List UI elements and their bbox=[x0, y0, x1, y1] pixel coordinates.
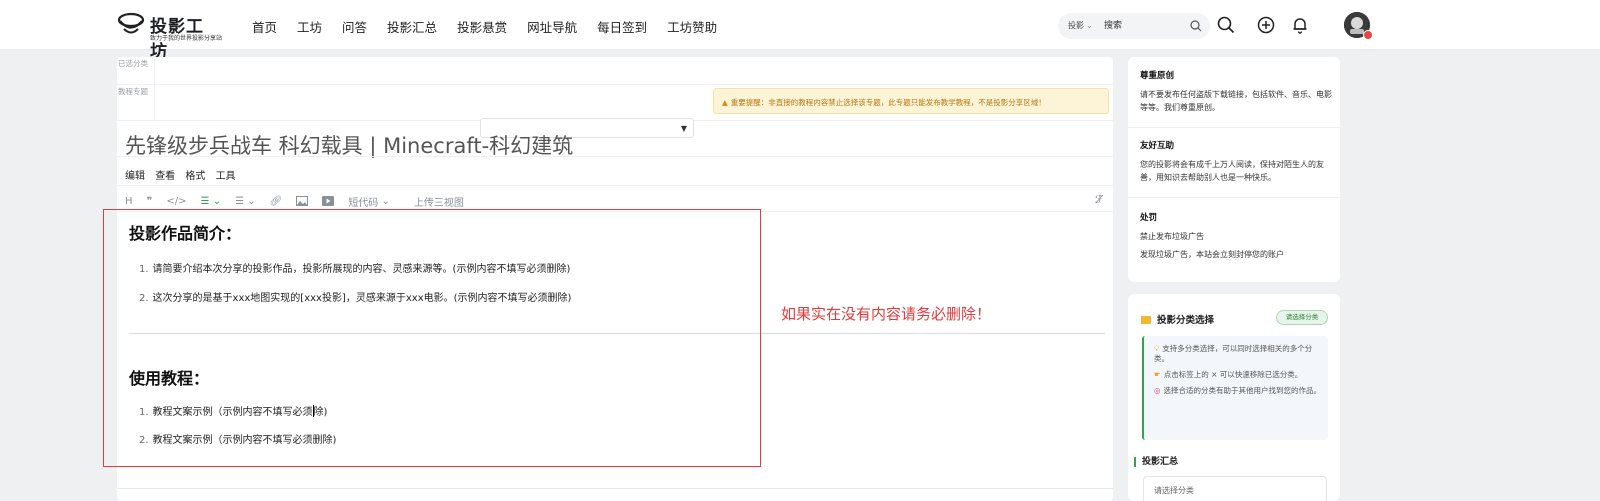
summary-heading: 投影汇总 bbox=[1134, 457, 1178, 467]
menu-tools[interactable]: 工具 bbox=[216, 171, 236, 182]
heading-icon[interactable]: H bbox=[125, 196, 133, 207]
shortcode-button[interactable]: 短代码 ⌄ bbox=[348, 194, 390, 209]
menu-format[interactable]: 格式 bbox=[185, 171, 205, 182]
image-icon[interactable] bbox=[296, 196, 309, 206]
rule-text: 发现垃圾广告，本站会立刻封停您的账户 bbox=[1140, 250, 1284, 259]
bell-icon[interactable] bbox=[1290, 15, 1310, 35]
site-logo[interactable]: 投影工坊 致力于我的世界投影分享站 bbox=[117, 10, 223, 62]
tip-text: 支持多分类选择，可以同时选择相关的多个分类。 bbox=[1154, 344, 1313, 363]
editor-toolbar: H ❞ </> ☰ ⌄ ☰ ⌄ 🔗︎ 短代码 ⌄ 上传三视图 bbox=[125, 193, 478, 209]
logo-icon bbox=[117, 12, 145, 34]
link-icon[interactable]: 🔗︎ bbox=[270, 196, 283, 207]
nav-summary[interactable]: 投影汇总 bbox=[387, 17, 437, 36]
add-circle-icon[interactable] bbox=[1256, 15, 1276, 35]
user-avatar[interactable] bbox=[1344, 12, 1373, 40]
numbered-list-icon[interactable]: ☰ ⌄ bbox=[201, 196, 222, 207]
nav-qa[interactable]: 问答 bbox=[342, 17, 367, 36]
search-icon[interactable] bbox=[1189, 19, 1203, 33]
tip-item: ◎ 选择合适的分类有助于其他用户找到您的作品。 bbox=[1154, 386, 1322, 396]
tip-item: ☛ 点击标签上的 × 可以快速移除已选分类。 bbox=[1154, 370, 1322, 380]
tip-item: 💡︎ 支持多分类选择，可以同时选择相关的多个分类。 bbox=[1154, 344, 1322, 364]
main-nav: 首页 工坊 问答 投影汇总 投影悬赏 网址导航 每日签到 工坊赞助 bbox=[252, 17, 737, 36]
rule-penalty: 处罚 禁止发布垃圾广告 发现垃圾广告，本站会立刻封停您的账户 bbox=[1140, 211, 1332, 261]
dropdown-arrow-icon: ▼ bbox=[680, 124, 687, 133]
tip-text: 点击标签上的 × 可以快速移除已选分类。 bbox=[1163, 370, 1303, 379]
bullet-list-icon[interactable]: ☰ ⌄ bbox=[235, 196, 256, 207]
hand-point-icon: ☛ bbox=[1154, 370, 1161, 379]
menu-view[interactable]: 查看 bbox=[155, 171, 175, 182]
nav-home[interactable]: 首页 bbox=[252, 17, 277, 36]
code-icon[interactable]: </> bbox=[166, 196, 186, 207]
category-tips: 💡︎ 支持多分类选择，可以同时选择相关的多个分类。 ☛ 点击标签上的 × 可以快速移… bbox=[1142, 336, 1328, 440]
topic-row: 教程专题 ▼ ▲ 重要提醒：非直接的教程内容禁止选择该专题，此专题只能发布教学教程… bbox=[117, 85, 1113, 138]
divider bbox=[1128, 197, 1340, 198]
warning-banner: ▲ 重要提醒：非直接的教程内容禁止选择该专题，此专题只能发布教学教程，不是投影分享… bbox=[713, 88, 1109, 114]
selected-category-label: 已选分类 bbox=[117, 57, 155, 84]
rule-title: 尊重原创 bbox=[1140, 71, 1175, 81]
nav-bounty[interactable]: 投影悬赏 bbox=[457, 17, 507, 36]
search-input[interactable] bbox=[1104, 18, 1184, 34]
rule-text: 请不要发布任何盗版下载链接，包括软件、音乐、电影等等。我们尊重原创。 bbox=[1140, 90, 1332, 112]
divider bbox=[117, 185, 1113, 186]
lightbulb-icon: 💡︎ bbox=[1154, 344, 1160, 353]
divider bbox=[1128, 127, 1340, 128]
topic-label: 教程专题 bbox=[117, 85, 155, 120]
editor-menubar: 编辑 查看 格式 工具 bbox=[125, 167, 243, 182]
tip-text: 选择合适的分类有助于其他用户找到您的作品。 bbox=[1163, 386, 1322, 395]
annotation-highlight-box bbox=[103, 209, 761, 467]
quote-icon[interactable]: ❞ bbox=[147, 196, 153, 207]
folder-icon bbox=[1141, 316, 1151, 324]
category-row: 已选分类 bbox=[117, 57, 1113, 85]
warning-text: 重要提醒：非直接的教程内容禁止选择该专题，此专题只能发布教学教程，不是投影分享区… bbox=[730, 98, 1046, 107]
category-heading: 投影分类选择 bbox=[1141, 312, 1214, 326]
brand-subtitle: 致力于我的世界投影分享站 bbox=[150, 35, 223, 42]
video-icon[interactable] bbox=[322, 196, 335, 206]
nav-workshop[interactable]: 工坊 bbox=[297, 17, 322, 36]
menu-edit[interactable]: 编辑 bbox=[125, 171, 145, 182]
rule-original: 尊重原创 请不要发布任何盗版下载链接，包括软件、音乐、电影等等。我们尊重原创。 bbox=[1140, 69, 1332, 114]
category-title: 投影分类选择 bbox=[1157, 315, 1215, 326]
rule-text: 您的投影将会有成千上万人阅读，保持对陌生人的友善，用知识去帮助别人也是一种快乐。 bbox=[1140, 160, 1324, 182]
search-bar: 投影 ⌄ bbox=[1058, 13, 1210, 39]
category-card: 投影分类选择 请选择分类 💡︎ 支持多分类选择，可以同时选择相关的多个分类。 ☛ 点… bbox=[1128, 294, 1340, 501]
search-scope-label: 投影 bbox=[1068, 21, 1084, 30]
shortcode-label: 短代码 bbox=[348, 197, 379, 209]
rules-card: 尊重原创 请不要发布任何盗版下载链接，包括软件、音乐、电影等等。我们尊重原创。 … bbox=[1128, 57, 1340, 282]
nav-sponsor[interactable]: 工坊赞助 bbox=[667, 17, 717, 36]
nav-links[interactable]: 网址导航 bbox=[527, 17, 577, 36]
rule-title: 友好互助 bbox=[1140, 141, 1175, 151]
search-scope-select[interactable]: 投影 ⌄ bbox=[1068, 20, 1093, 31]
annotation-note: 如果实在没有内容请务必删除！ bbox=[781, 305, 992, 323]
summary-category-select[interactable]: 请选择分类 bbox=[1143, 476, 1327, 501]
notification-dot bbox=[1363, 30, 1373, 40]
divider bbox=[117, 488, 1113, 489]
rule-friendly: 友好互助 您的投影将会有成千上万人阅读，保持对陌生人的友善，用知识去帮助别人也是… bbox=[1140, 139, 1332, 184]
nav-checkin[interactable]: 每日签到 bbox=[597, 17, 647, 36]
divider bbox=[117, 156, 1113, 157]
search-icon[interactable] bbox=[1216, 15, 1236, 35]
top-navbar: 投影工坊 致力于我的世界投影分享站 首页 工坊 问答 投影汇总 投影悬赏 网址导… bbox=[0, 0, 1600, 62]
upload-views-button[interactable]: 上传三视图 bbox=[414, 194, 464, 209]
chevron-down-icon: ⌄ bbox=[1086, 21, 1093, 30]
target-icon: ◎ bbox=[1154, 386, 1161, 395]
rule-title: 处罚 bbox=[1140, 213, 1158, 223]
rule-text: 禁止发布垃圾广告 bbox=[1140, 232, 1204, 241]
select-category-button[interactable]: 请选择分类 bbox=[1276, 310, 1328, 325]
warning-icon: ▲ bbox=[722, 98, 728, 107]
clear-format-icon[interactable]: ℱ̸ bbox=[1095, 193, 1104, 206]
